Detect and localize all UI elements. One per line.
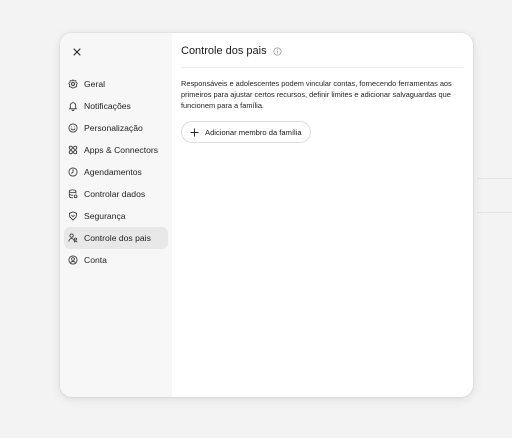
sidebar-item-notificacoes[interactable]: Notificações bbox=[64, 95, 168, 117]
clock-icon bbox=[68, 167, 78, 177]
sidebar-item-label: Controle dos pais bbox=[84, 233, 151, 243]
sidebar-item-controlar-dados[interactable]: Controlar dados bbox=[64, 183, 168, 205]
sidebar-item-label: Agendamentos bbox=[84, 167, 142, 177]
sidebar-item-label: Geral bbox=[84, 79, 106, 89]
sidebar-item-seguranca[interactable]: Segurança bbox=[64, 205, 168, 227]
sidebar-item-label: Segurança bbox=[84, 211, 126, 221]
info-icon[interactable] bbox=[273, 46, 282, 56]
panel-description: Responsáveis e adolescentes podem vincul… bbox=[181, 79, 452, 110]
sidebar-item-label: Conta bbox=[84, 255, 107, 265]
sidebar-item-apps-connectors[interactable]: Apps & Connectors bbox=[64, 139, 168, 161]
add-family-member-button[interactable]: Adicionar membro da família bbox=[181, 121, 311, 144]
page-title: Controle dos pais bbox=[181, 45, 267, 57]
settings-dialog: Geral Notificações Personalização Apps &… bbox=[60, 33, 473, 397]
settings-sidebar: Geral Notificações Personalização Apps &… bbox=[60, 33, 172, 397]
plus-icon bbox=[190, 128, 199, 137]
shield-icon bbox=[68, 211, 78, 221]
sidebar-item-label: Controlar dados bbox=[84, 189, 146, 199]
close-icon bbox=[73, 48, 81, 56]
personalization-icon bbox=[68, 123, 78, 133]
gear-icon bbox=[68, 79, 78, 89]
parental-icon bbox=[68, 233, 78, 243]
sidebar-item-controle-dos-pais[interactable]: Controle dos pais bbox=[64, 227, 168, 249]
panel-header: Controle dos pais bbox=[181, 42, 463, 68]
sidebar-item-personalizacao[interactable]: Personalização bbox=[64, 117, 168, 139]
sidebar-item-label: Apps & Connectors bbox=[84, 145, 159, 155]
sidebar-item-label: Personalização bbox=[84, 123, 143, 133]
sidebar-item-agendamentos[interactable]: Agendamentos bbox=[64, 161, 168, 183]
sidebar-item-conta[interactable]: Conta bbox=[64, 249, 168, 271]
apps-icon bbox=[68, 145, 78, 155]
account-icon bbox=[68, 255, 78, 265]
add-family-member-label: Adicionar membro da família bbox=[205, 127, 302, 137]
close-button[interactable] bbox=[68, 43, 86, 61]
bell-icon bbox=[68, 101, 78, 111]
database-icon bbox=[68, 189, 78, 199]
sidebar-item-label: Notificações bbox=[84, 101, 131, 111]
sidebar-item-geral[interactable]: Geral bbox=[64, 73, 168, 95]
settings-content: Controle dos pais Responsáveis e adolesc… bbox=[172, 33, 473, 397]
